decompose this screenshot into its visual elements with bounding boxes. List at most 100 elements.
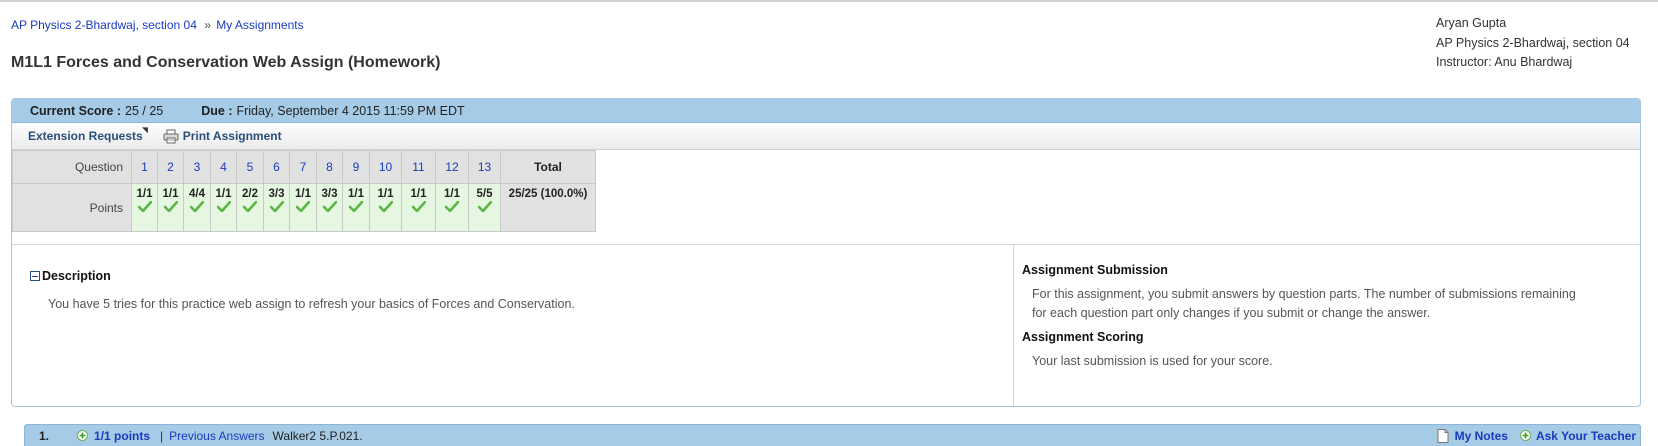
checkmark-icon bbox=[243, 201, 257, 212]
description-heading: Description bbox=[42, 269, 111, 283]
points-cell: 1/1 bbox=[369, 183, 402, 232]
question-source: Walker2 5.P.021. bbox=[272, 429, 363, 443]
question-link[interactable]: 2 bbox=[157, 150, 184, 184]
points-value: 1/1 bbox=[295, 188, 311, 200]
points-cell: 1/1 bbox=[435, 183, 469, 232]
question-header-bar: 1. 1/1 points | Previous Answers Walker2… bbox=[24, 424, 1641, 446]
checkmark-icon bbox=[445, 201, 459, 212]
note-icon bbox=[1437, 429, 1449, 443]
points-cell: 1/1 bbox=[289, 183, 317, 232]
checkmark-icon bbox=[411, 201, 426, 212]
points-cell: 2/2 bbox=[236, 183, 264, 232]
plus-circle-icon[interactable] bbox=[77, 430, 89, 441]
points-value: 3/3 bbox=[321, 188, 338, 200]
current-score-label: Current Score : bbox=[30, 103, 121, 118]
score-table: Question 1 2 3 4 5 6 7 8 9 10 11 12 13 T… bbox=[12, 150, 596, 232]
breadcrumb-course-link[interactable]: AP Physics 2-Bhardwaj, section 04 bbox=[11, 18, 197, 32]
assignment-panel: Current Score : 25 / 25 Due : Friday, Se… bbox=[11, 98, 1641, 407]
printer-icon bbox=[163, 129, 179, 143]
description-pane: Description You have 5 tries for this pr… bbox=[12, 245, 1014, 406]
points-value: 1/1 bbox=[410, 188, 427, 200]
user-course: AP Physics 2-Bhardwaj, section 04 bbox=[1436, 35, 1630, 50]
points-value: 2/2 bbox=[242, 188, 258, 200]
top-border bbox=[0, 0, 1658, 2]
question-points-link[interactable]: 1/1 points bbox=[94, 429, 150, 443]
user-name: Aryan Gupta bbox=[1436, 16, 1507, 30]
points-value: 1/1 bbox=[162, 188, 179, 200]
toolbar: Extension Requests ◥ Print Assignment bbox=[12, 123, 1640, 150]
points-cell: 3/3 bbox=[316, 183, 343, 232]
print-assignment-label: Print Assignment bbox=[182, 129, 282, 143]
checkmark-icon bbox=[378, 201, 393, 212]
score-bar: Current Score : 25 / 25 Due : Friday, Se… bbox=[12, 99, 1640, 123]
checkmark-icon bbox=[190, 201, 204, 212]
page-title: M1L1 Forces and Conservation Web Assign … bbox=[11, 54, 441, 71]
previous-answers-link[interactable]: Previous Answers bbox=[169, 429, 264, 443]
question-link[interactable]: 7 bbox=[289, 150, 317, 184]
points-cell: 3/3 bbox=[263, 183, 290, 232]
checkmark-icon bbox=[163, 201, 178, 212]
points-cell: 4/4 bbox=[183, 183, 211, 232]
collapse-icon bbox=[30, 271, 40, 281]
user-info: Aryan Gupta AP Physics 2-Bhardwaj, secti… bbox=[1436, 14, 1630, 73]
submission-text: For this assignment, you submit answers … bbox=[1032, 287, 1576, 320]
submission-heading: Assignment Submission bbox=[1022, 263, 1168, 277]
description-toggle[interactable]: Description bbox=[30, 269, 1013, 283]
points-cell: 1/1 bbox=[342, 183, 370, 232]
description-text: You have 5 tries for this practice web a… bbox=[48, 297, 575, 311]
dropdown-corner-icon: ◥ bbox=[142, 127, 148, 134]
question-link[interactable]: 12 bbox=[435, 150, 469, 184]
checkmark-icon bbox=[296, 201, 310, 212]
question-link[interactable]: 6 bbox=[263, 150, 290, 184]
info-area: Description You have 5 tries for this pr… bbox=[12, 244, 1640, 406]
my-notes-link[interactable]: My Notes bbox=[1455, 429, 1508, 443]
breadcrumb-my-assignments-link[interactable]: My Assignments bbox=[216, 18, 303, 32]
points-value: 1/1 bbox=[215, 188, 232, 200]
points-value: 1/1 bbox=[444, 188, 460, 200]
print-assignment-link[interactable]: Print Assignment bbox=[163, 129, 282, 144]
points-cell: 5/5 bbox=[468, 183, 501, 232]
question-number: 1. bbox=[39, 429, 50, 443]
checkmark-icon bbox=[216, 201, 231, 212]
ask-your-teacher-link[interactable]: Ask Your Teacher bbox=[1536, 429, 1636, 443]
question-link[interactable]: 9 bbox=[342, 150, 370, 184]
points-value: 1/1 bbox=[377, 188, 394, 200]
question-link[interactable]: 1 bbox=[131, 150, 158, 184]
submission-pane: Assignment Submission For this assignmen… bbox=[1014, 245, 1640, 406]
points-cell: 1/1 bbox=[210, 183, 237, 232]
checkmark-icon bbox=[137, 201, 152, 212]
question-link[interactable]: 5 bbox=[236, 150, 264, 184]
checkmark-icon bbox=[349, 201, 363, 212]
points-cell: 1/1 bbox=[401, 183, 436, 232]
question-link[interactable]: 4 bbox=[210, 150, 237, 184]
breadcrumb: AP Physics 2-Bhardwaj, section 04 » My A… bbox=[11, 18, 304, 32]
user-instructor: Instructor: Anu Bhardwaj bbox=[1436, 55, 1573, 69]
points-value: 5/5 bbox=[476, 188, 493, 200]
checkmark-icon bbox=[269, 201, 284, 212]
separator: | bbox=[160, 429, 164, 443]
due-label: Due : bbox=[201, 103, 233, 118]
question-row: Question 1 2 3 4 5 6 7 8 9 10 11 12 13 T… bbox=[12, 150, 596, 184]
extension-requests-link[interactable]: Extension Requests ◥ bbox=[28, 127, 148, 143]
points-row: Points 1/1 1/1 4/4 1/1 2/2 3/3 1/1 3/3 1… bbox=[12, 183, 596, 232]
question-link[interactable]: 10 bbox=[369, 150, 402, 184]
checkmark-icon bbox=[322, 201, 337, 212]
question-link[interactable]: 8 bbox=[316, 150, 343, 184]
points-value: 1/1 bbox=[348, 188, 364, 200]
current-score-value: 25 / 25 bbox=[125, 103, 164, 118]
checkmark-icon bbox=[477, 201, 492, 212]
total-value: 25/25 (100.0%) bbox=[500, 183, 596, 232]
total-header: Total bbox=[500, 150, 596, 184]
question-actions: My Notes Ask Your Teacher bbox=[1437, 429, 1636, 443]
scoring-heading: Assignment Scoring bbox=[1022, 330, 1144, 344]
question-link[interactable]: 3 bbox=[183, 150, 211, 184]
points-cell: 1/1 bbox=[157, 183, 184, 232]
points-value: 1/1 bbox=[136, 188, 153, 200]
question-link[interactable]: 13 bbox=[468, 150, 501, 184]
points-row-label: Points bbox=[12, 183, 132, 232]
breadcrumb-separator: » bbox=[204, 18, 211, 32]
points-cell: 1/1 bbox=[131, 183, 158, 232]
question-row-label: Question bbox=[12, 150, 132, 184]
points-value: 3/3 bbox=[268, 188, 285, 200]
question-link[interactable]: 11 bbox=[401, 150, 436, 184]
